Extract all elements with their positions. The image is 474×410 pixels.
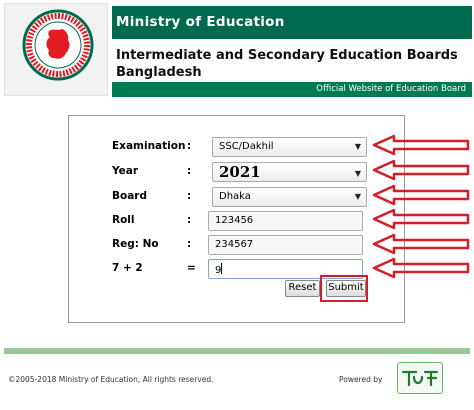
colon: : [187,214,192,226]
banner-top: Ministry of Education [112,6,472,39]
board-label: Board [112,190,147,202]
powered-by-text: Powered by [339,375,383,384]
red-arrow-icon [372,184,472,206]
roll-label: Roll [112,214,135,226]
ministry-title: Ministry of Education [116,14,285,30]
reset-button[interactable]: Reset [285,280,320,297]
board-row: Board : Dhaka ▼ [69,186,406,208]
red-arrow-icon [372,208,472,230]
examination-row: Examination : SSC/Dakhil ▼ [69,136,406,158]
logo-box [4,3,108,96]
dropdown-caret-icon: ▼ [354,192,361,201]
board-title-line2: Bangladesh [116,65,202,80]
board-value: Dhaka [219,191,251,202]
footer-divider [4,348,470,354]
reg-value: 234567 [215,239,254,250]
text-cursor [221,263,223,274]
dropdown-caret-icon: ▼ [354,168,361,178]
colon: : [187,238,192,250]
banner-middle: Intermediate and Secondary Education Boa… [112,39,472,81]
dropdown-caret-icon: ▼ [354,142,361,151]
copyright-text: ©2005-2018 Ministry of Education, All ri… [8,375,214,384]
colon: : [187,190,192,202]
examination-label: Examination [112,140,186,152]
captcha-question: 7 + 2 [112,262,143,274]
roll-input[interactable]: 123456 [208,211,363,231]
submit-highlight-box [320,275,368,302]
red-arrow-icon [372,233,472,255]
year-label: Year [112,165,139,177]
reg-input[interactable]: 234567 [208,235,363,255]
year-value: 2021 [219,163,261,181]
teletalk-logo-icon[interactable] [397,362,443,394]
colon: : [187,140,192,152]
roll-row: Roll : 123456 [69,210,406,232]
official-website-text: Official Website of Education Board [316,84,466,94]
equals-sign: = [187,262,196,274]
board-select[interactable]: Dhaka ▼ [212,187,367,207]
red-arrow-icon [372,159,472,181]
red-arrow-icon [372,257,472,279]
year-select[interactable]: 2021 ▼ [212,162,367,182]
examination-select[interactable]: SSC/Dakhil ▼ [212,137,367,157]
banner: Ministry of Education Intermediate and S… [112,6,472,97]
reg-label: Reg: No [112,238,159,250]
banner-bottom: Official Website of Education Board [112,82,472,97]
colon: : [187,165,192,177]
reg-row: Reg: No : 234567 [69,234,406,256]
board-title-line1: Intermediate and Secondary Education Boa… [116,48,458,63]
year-row: Year : 2021 ▼ [69,161,406,183]
site-header: Ministry of Education Intermediate and S… [0,0,474,98]
examination-value: SSC/Dakhil [219,141,274,152]
red-arrow-icon [372,134,472,156]
government-seal-icon [22,9,94,81]
roll-value: 123456 [215,215,254,226]
